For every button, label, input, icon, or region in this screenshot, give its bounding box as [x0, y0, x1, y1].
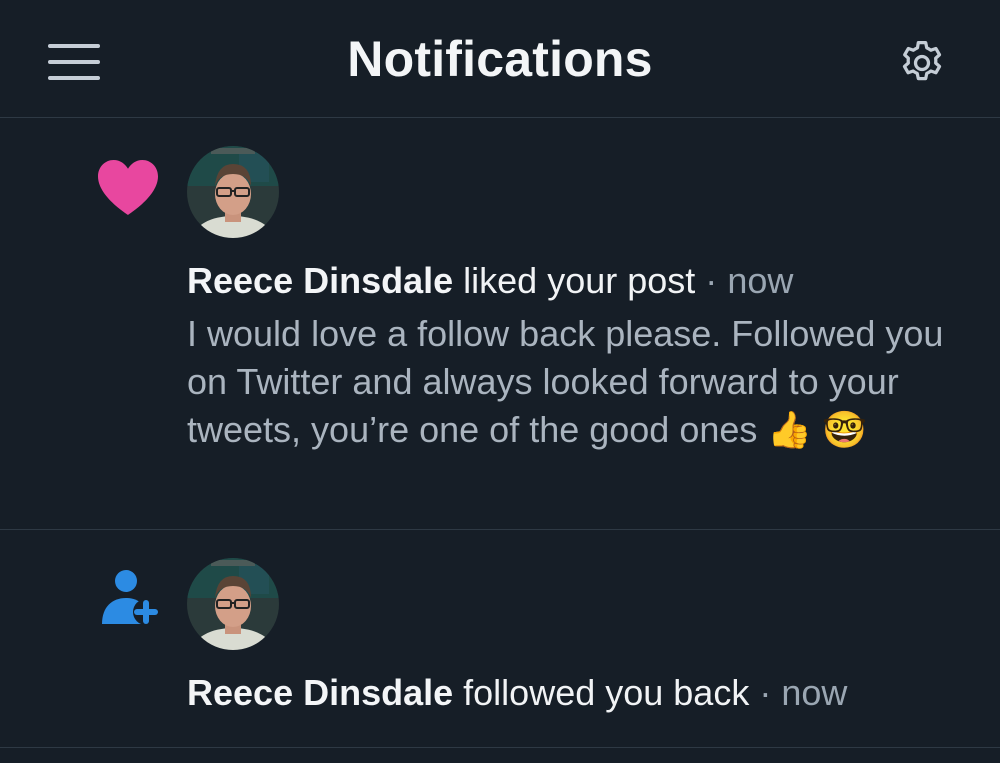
heart-icon [98, 160, 158, 215]
avatar-photo [187, 146, 279, 238]
notification-like[interactable]: Reece Dinsdale liked your post · now I w… [0, 118, 1000, 530]
user-name-link[interactable]: Reece Dinsdale [187, 260, 453, 301]
page-title: Notifications [347, 31, 653, 87]
user-name-link[interactable]: Reece Dinsdale [187, 672, 453, 713]
post-text[interactable]: I would love a follow back please. Follo… [187, 310, 947, 454]
notification-action: liked your post [463, 260, 696, 301]
avatar[interactable] [187, 146, 279, 238]
notification-action: followed you back [463, 672, 750, 713]
notification-summary: Reece Dinsdale followed you back · now [187, 669, 960, 717]
avatar[interactable] [187, 558, 279, 650]
separator-dot: · [705, 260, 718, 301]
notification-summary: Reece Dinsdale liked your post · now [187, 257, 960, 305]
person-add-icon [102, 570, 159, 625]
notification-follow[interactable]: Reece Dinsdale followed you back · now [0, 530, 1000, 748]
timestamp: now [727, 260, 794, 301]
gear-icon [902, 41, 942, 81]
timestamp: now [781, 672, 848, 713]
top-bar: Notifications [0, 0, 1000, 118]
avatar-photo [187, 558, 279, 650]
settings-button[interactable] [896, 37, 948, 89]
separator-dot: · [759, 672, 772, 713]
